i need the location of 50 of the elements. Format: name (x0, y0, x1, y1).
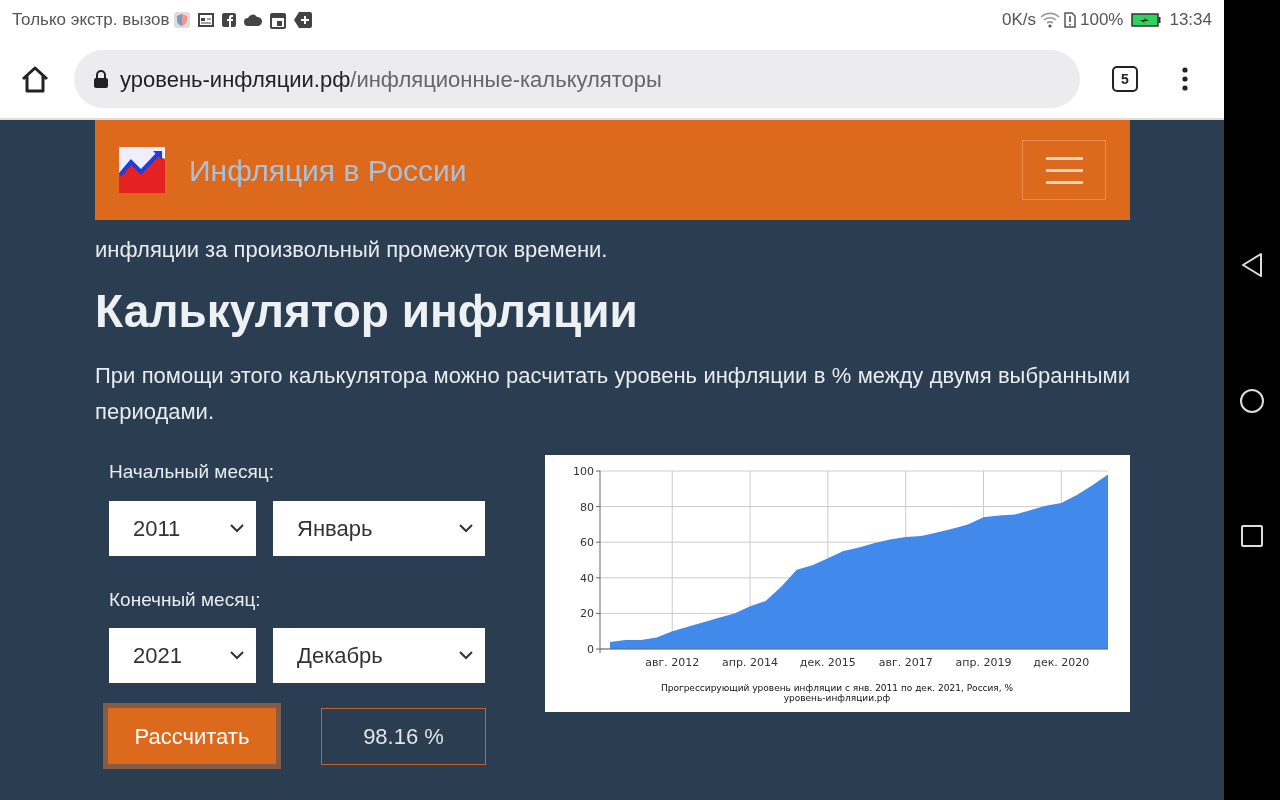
y-tick-label: 0 (587, 643, 594, 656)
y-tick-label: 40 (580, 571, 594, 585)
x-tick-label: дек. 2020 (1033, 656, 1090, 669)
x-tick-label: апр. 2014 (722, 656, 778, 669)
chart-source: уровень-инфляции.рф (783, 693, 891, 703)
wifi-icon (1039, 12, 1060, 28)
battery-charging-icon (1131, 13, 1162, 27)
cloud-icon (243, 14, 262, 26)
newspaper-icon (197, 13, 214, 27)
network-speed: 0K/s (1001, 9, 1036, 32)
sim-alert-icon (1063, 12, 1076, 28)
x-tick-label: авг. 2017 (878, 656, 933, 669)
y-tick-label: 60 (580, 536, 594, 550)
chevron-down-icon (459, 523, 473, 533)
social-icon (221, 13, 236, 27)
y-tick-label: 100 (573, 465, 594, 478)
address-bar[interactable]: уровень-инфляции.рф/инфляционные-калькуляторы (74, 50, 1080, 108)
home-circle-icon[interactable] (1239, 388, 1265, 414)
y-tick-label: 80 (580, 500, 594, 514)
result-field: 98.16 % (321, 707, 486, 765)
back-icon[interactable] (1241, 252, 1263, 278)
lock-icon (94, 70, 108, 88)
more-menu-icon[interactable] (1182, 67, 1188, 91)
dropdown-select[interactable]: Январь (273, 500, 485, 556)
x-tick-label: апр. 2019 (955, 656, 1012, 669)
chevron-down-icon (230, 651, 244, 660)
shield-icon (173, 12, 190, 28)
intro-text: инфляции за произвольный промежуток времени. (95, 236, 609, 264)
recents-icon[interactable] (1240, 524, 1264, 548)
y-tick-label: 20 (580, 607, 594, 621)
clock: 13:34 (1169, 9, 1212, 32)
x-tick-label: авг. 2012 (645, 656, 700, 669)
calendar-icon (269, 11, 286, 29)
tab-count-button[interactable]: 5 (1112, 66, 1138, 92)
tag-plus-icon (293, 12, 312, 28)
logo-icon[interactable] (119, 147, 165, 193)
chart-title: Прогрессирующий уровень инфляции с янв. 2011 по дек. 2021, Россия, % (660, 683, 1014, 693)
chevron-down-icon (459, 651, 473, 660)
field-label: Конечный месяц: (109, 587, 262, 612)
x-tick-label: дек. 2015 (799, 656, 856, 669)
description: При помощи этого калькулятора можно расчитать уровень инфляции в % между двумя выбранными периодами. (95, 362, 1130, 426)
field-label: Начальный месяц: (109, 460, 275, 484)
status-text: Только экстр. вызов (12, 9, 170, 32)
battery-percent: 100% (1079, 9, 1124, 32)
url-text: уровень-инфляции.рф/инфляционные-калькуляторы (120, 65, 662, 94)
dropdown-select[interactable]: Декабрь (273, 628, 485, 683)
dropdown-select[interactable]: 2011 (109, 500, 256, 556)
home-icon[interactable] (20, 65, 50, 93)
dropdown-select[interactable]: 2021 (109, 628, 256, 683)
chevron-down-icon (230, 523, 244, 533)
